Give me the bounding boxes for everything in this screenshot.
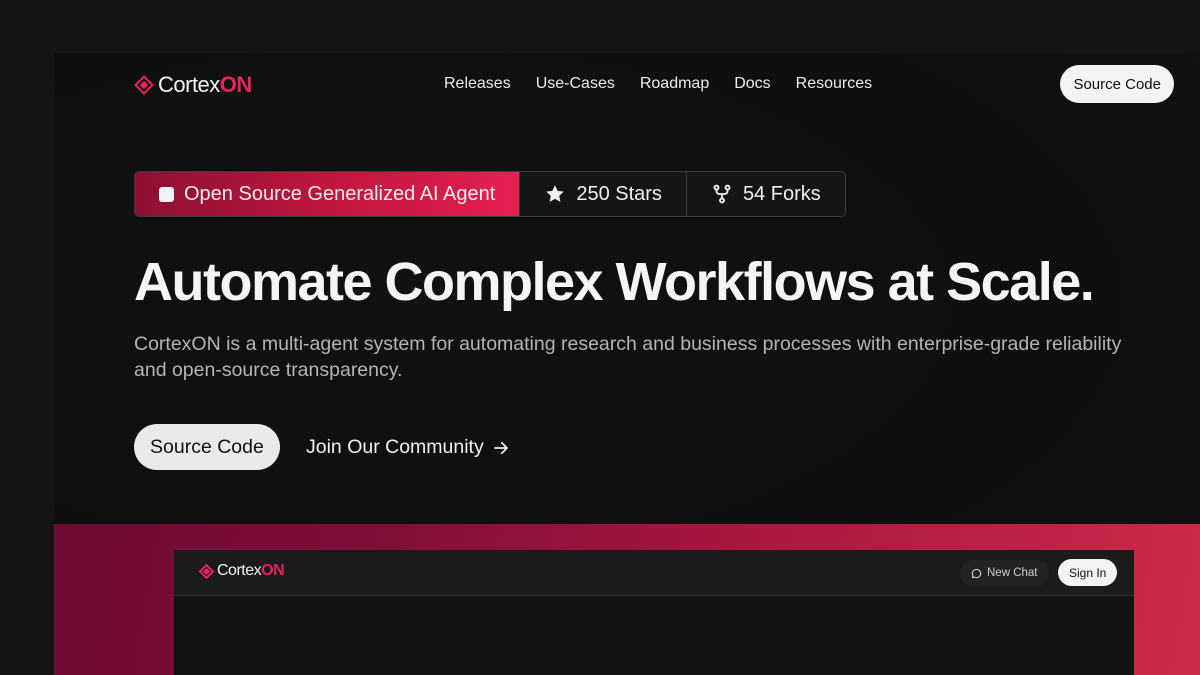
nav-link-docs[interactable]: Docs [734, 75, 770, 93]
nav-links: Releases Use-Cases Roadmap Docs Resource… [444, 75, 872, 93]
stars-count: 250 Stars [576, 182, 662, 205]
stars-badge[interactable]: 250 Stars [519, 172, 686, 216]
nav-link-roadmap[interactable]: Roadmap [640, 75, 709, 93]
new-chat-label: New Chat [987, 567, 1038, 579]
open-source-badge[interactable]: Open Source Generalized AI Agent [135, 172, 520, 216]
brand-name: CortexON [158, 72, 252, 97]
badge-group: Open Source Generalized AI Agent 250 Sta… [134, 171, 846, 217]
hero-headline: Automate Complex Workflows at Scale. [134, 252, 1095, 312]
top-nav: CortexON Releases Use-Cases Roadmap Docs… [54, 53, 1200, 115]
cortexon-diamond-icon [134, 75, 154, 95]
join-community-link[interactable]: Join Our Community [306, 436, 510, 459]
nav-link-resources[interactable]: Resources [796, 75, 872, 93]
landing-page: CortexON Releases Use-Cases Roadmap Docs… [54, 53, 1200, 675]
preview-top-bar: CortexON New Chat Sign In [174, 550, 1134, 596]
hero-subtext: CortexON is a multi-agent system for aut… [134, 333, 1122, 381]
star-icon [546, 185, 565, 202]
chat-bubble-icon [971, 568, 982, 578]
nav-link-releases[interactable]: Releases [444, 75, 511, 93]
arrow-right-icon [493, 441, 508, 454]
nav-source-code-button[interactable]: Source Code [1060, 65, 1174, 103]
join-community-label: Join Our Community [306, 436, 484, 458]
forks-count: 54 Forks [742, 182, 821, 205]
nav-link-use-cases[interactable]: Use-Cases [536, 75, 615, 93]
preview-brand-logo[interactable]: CortexON [198, 562, 285, 580]
new-chat-button[interactable]: New Chat [960, 560, 1049, 586]
open-source-badge-label: Open Source Generalized AI Agent [184, 182, 496, 205]
square-icon [159, 186, 174, 202]
hero-source-code-button[interactable]: Source Code [134, 424, 280, 470]
preview-brand-name: CortexON [217, 562, 285, 579]
preview-band: CortexON New Chat Sign In [54, 524, 1200, 675]
cortexon-diamond-icon [198, 563, 215, 579]
brand-logo[interactable]: CortexON [134, 72, 252, 98]
fork-icon [713, 184, 731, 204]
forks-badge[interactable]: 54 Forks [685, 172, 845, 216]
sign-in-button[interactable]: Sign In [1058, 559, 1118, 586]
app-preview-window: CortexON New Chat Sign In [174, 550, 1134, 675]
